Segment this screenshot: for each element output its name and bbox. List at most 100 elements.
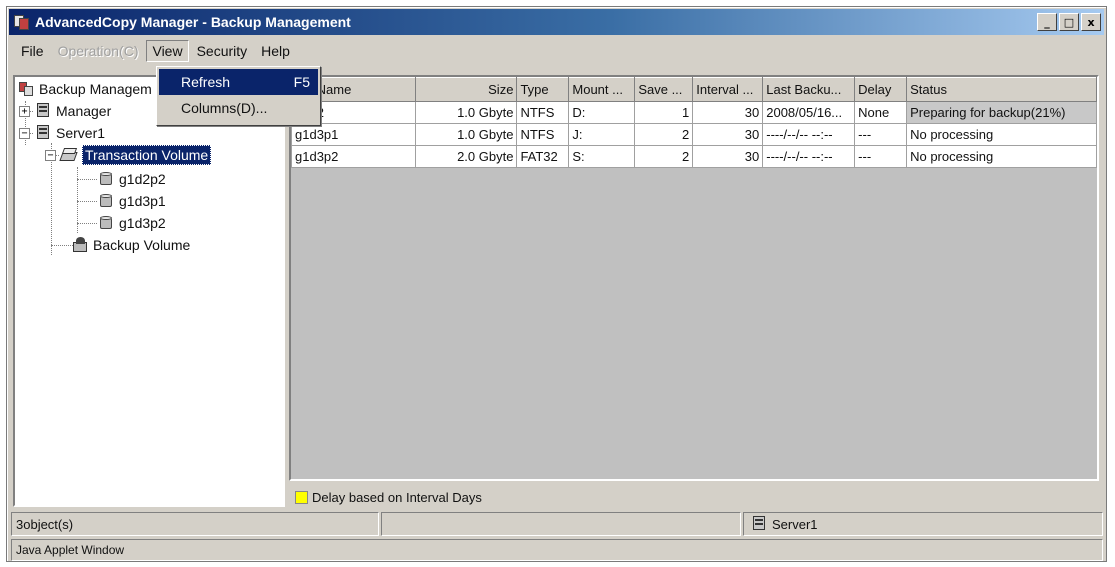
cell-status: No processing (906, 123, 1097, 146)
tree-label-server1: Server1 (56, 125, 106, 141)
tree-label-root: Backup Managem (39, 81, 152, 97)
status-object-count: 3object(s) (11, 512, 379, 536)
cell-interval: 30 (692, 145, 764, 168)
expand-icon[interactable]: + (19, 105, 30, 117)
volume-table-panel: me Name Size Type Mount ... Save ... Int… (289, 75, 1099, 481)
cell-mount: S: (568, 145, 636, 168)
menu-view[interactable]: View (146, 40, 189, 62)
menu-help[interactable]: Help (255, 40, 296, 62)
column-header-delay[interactable]: Delay (854, 77, 908, 102)
table-row[interactable]: d2p2 1.0 Gbyte NTFS D: 1 30 2008/05/16..… (291, 101, 1097, 124)
tree-node-backup-volume[interactable]: Backup Volume (71, 234, 190, 256)
tree-node-transaction-volume[interactable]: − Transaction Volume (45, 144, 212, 166)
cell-status: No processing (906, 145, 1097, 168)
disk-icon (97, 192, 115, 210)
applet-label: Java Applet Window (16, 543, 125, 557)
cell-delay: --- (854, 123, 908, 146)
cell-save: 1 (634, 101, 694, 124)
cell-save: 2 (634, 145, 694, 168)
view-menu-dropdown: Refresh F5 Columns(D)... (156, 66, 321, 126)
cell-mount: J: (568, 123, 636, 146)
cell-volume-name: g1d3p1 (291, 123, 416, 146)
refresh-label: Refresh (181, 74, 231, 90)
backup-management-icon (17, 80, 35, 98)
column-header-save[interactable]: Save ... (634, 77, 694, 102)
cell-interval: 30 (692, 123, 764, 146)
tree-node-backup-management[interactable]: Backup Managem (17, 78, 152, 100)
tree-node-manager[interactable]: + Manager (19, 100, 111, 122)
tree-label-manager: Manager (56, 103, 112, 119)
cell-save: 2 (634, 123, 694, 146)
column-header-last-backup[interactable]: Last Backu... (762, 77, 856, 102)
tree-node-volume[interactable]: g1d3p2 (97, 212, 166, 234)
tree-label-volume: g1d3p1 (119, 193, 166, 209)
legend-text: Delay based on Interval Days (312, 489, 482, 505)
menu-security[interactable]: Security (191, 40, 254, 62)
application-window: AdvancedCopy Manager - Backup Management… (6, 6, 1107, 562)
server-tree[interactable]: Backup Managem + Manager − Server1 − Tra… (13, 75, 285, 507)
tree-node-server1[interactable]: − Server1 (19, 122, 105, 144)
window-controls: _ □ x (1037, 13, 1101, 31)
refresh-shortcut: F5 (293, 74, 310, 90)
status-empty-cell (381, 512, 741, 536)
volume-table: me Name Size Type Mount ... Save ... Int… (291, 77, 1097, 168)
cell-delay: None (854, 101, 908, 124)
cell-size: 1.0 Gbyte (414, 101, 518, 124)
cell-volume-name: g1d3p2 (291, 145, 416, 168)
cell-size: 2.0 Gbyte (414, 145, 518, 168)
backup-volume-icon (71, 236, 89, 254)
tree-label-transaction-volume: Transaction Volume (82, 145, 212, 165)
cell-type: NTFS (516, 123, 570, 146)
tree-node-volume[interactable]: g1d3p1 (97, 190, 166, 212)
cell-last-backup: ----/--/-- --:-- (762, 123, 856, 146)
collapse-icon[interactable]: − (19, 127, 30, 139)
delay-legend: Delay based on Interval Days (289, 485, 1099, 509)
column-header-size[interactable]: Size (414, 77, 518, 102)
cell-last-backup: ----/--/-- --:-- (762, 145, 856, 168)
disk-icon (97, 170, 115, 188)
column-header-interval[interactable]: Interval ... (692, 77, 764, 102)
cell-type: FAT32 (516, 145, 570, 168)
cell-size: 1.0 Gbyte (414, 123, 518, 146)
object-count-text: 3object(s) (16, 516, 74, 532)
cell-type: NTFS (516, 101, 570, 124)
title-bar[interactable]: AdvancedCopy Manager - Backup Management… (9, 9, 1104, 35)
table-header-row: me Name Size Type Mount ... Save ... Int… (291, 77, 1097, 102)
cell-mount: D: (568, 101, 636, 124)
app-icon (13, 13, 31, 31)
column-header-mount[interactable]: Mount ... (568, 77, 636, 102)
applet-warning-bar: Java Applet Window (11, 539, 1103, 561)
status-server: Server1 (743, 512, 1103, 536)
tree-label-volume: g1d2p2 (119, 171, 166, 187)
cell-status: Preparing for backup(21%) (906, 101, 1097, 124)
minimize-button[interactable]: _ (1037, 13, 1057, 31)
menu-item-refresh[interactable]: Refresh F5 (159, 69, 318, 95)
status-server-name: Server1 (772, 516, 818, 532)
status-bar: 3object(s) Server1 (11, 512, 1103, 536)
server-icon (750, 515, 768, 533)
disk-icon (97, 214, 115, 232)
cell-delay: --- (854, 145, 908, 168)
close-button[interactable]: x (1081, 13, 1101, 31)
table-row[interactable]: g1d3p1 1.0 Gbyte NTFS J: 2 30 ----/--/--… (291, 123, 1097, 146)
column-header-status[interactable]: Status (906, 77, 1097, 102)
transaction-volume-icon (59, 146, 78, 164)
delay-color-swatch (295, 490, 308, 504)
menu-operation[interactable]: Operation(C) (52, 40, 145, 62)
maximize-button[interactable]: □ (1059, 13, 1079, 31)
menu-bar: File Operation(C) View Security Help (9, 37, 1104, 65)
tree-node-volume[interactable]: g1d2p2 (97, 168, 166, 190)
tree-label-backup-volume: Backup Volume (93, 237, 191, 253)
column-header-type[interactable]: Type (516, 77, 570, 102)
menu-file[interactable]: File (15, 40, 50, 62)
collapse-icon[interactable]: − (45, 149, 56, 161)
cell-last-backup: 2008/05/16... (762, 101, 856, 124)
tree-label-volume: g1d3p2 (119, 215, 166, 231)
window-title: AdvancedCopy Manager - Backup Management (35, 14, 351, 30)
table-row[interactable]: g1d3p2 2.0 Gbyte FAT32 S: 2 30 ----/--/-… (291, 145, 1097, 168)
cell-interval: 30 (692, 101, 764, 124)
menu-item-columns[interactable]: Columns(D)... (159, 95, 318, 121)
server-icon (34, 124, 52, 142)
columns-label: Columns(D)... (181, 100, 268, 116)
server-icon (34, 102, 52, 120)
